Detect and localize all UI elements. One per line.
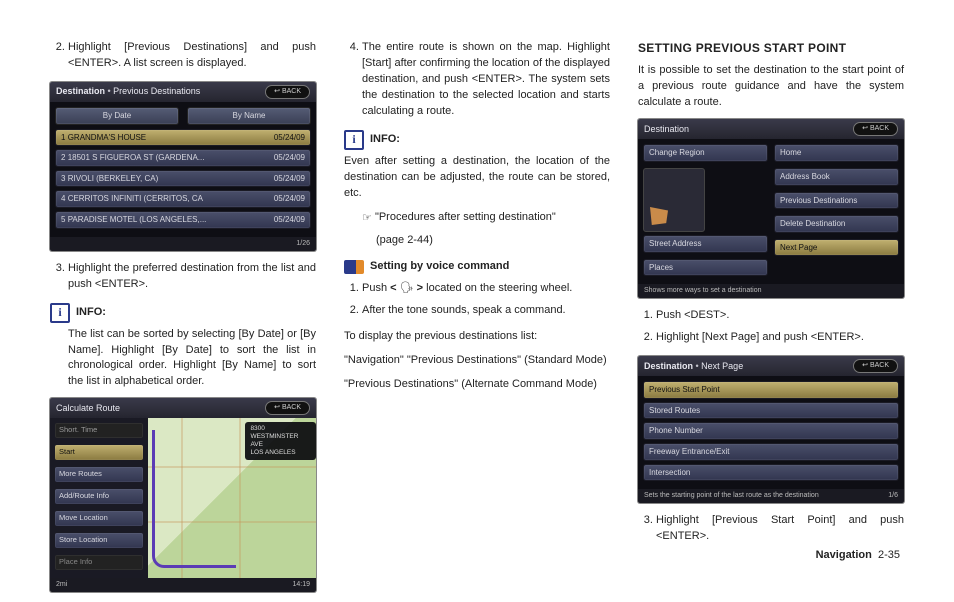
talk-icon: 🗣	[400, 282, 414, 294]
step-4: The entire route is shown on the map. Hi…	[362, 40, 610, 120]
side-more-routes[interactable]: More Routes	[54, 466, 144, 483]
steps-list-a: Highlight [Previous Destinations] and pu…	[50, 40, 316, 72]
info-icon: i	[50, 303, 70, 323]
side-short-time: Short. Time	[54, 422, 144, 439]
step-3: Highlight the preferred destination from…	[68, 261, 316, 293]
dest-row-2[interactable]: 2 18501 S FIGUEROA ST (GARDENA...05/24/0…	[55, 149, 311, 167]
voice-icon	[344, 260, 364, 274]
info-header-1: i INFO:	[50, 303, 316, 323]
scr1-titlebar: Destination • Previous Destinations ↩ BA…	[50, 82, 316, 102]
step-d2: Highlight [Next Page] and push <ENTER>.	[656, 330, 904, 346]
menu-street-address[interactable]: Street Address	[643, 235, 768, 253]
scr3-title: Destination	[644, 123, 689, 136]
steps-list-e: Highlight [Previous Start Point] and pus…	[638, 513, 904, 545]
footer-page: 2-35	[878, 549, 900, 561]
scr3-hint: Shows more ways to set a destination	[644, 286, 762, 296]
voice-lead: To display the previous destinations lis…	[344, 329, 610, 345]
scr2-clock: 14:19	[292, 580, 310, 590]
voice-title: Setting by voice command	[370, 259, 509, 275]
back-button[interactable]: ↩ BACK	[853, 122, 898, 136]
step-d3: Highlight [Previous Start Point] and pus…	[656, 513, 904, 545]
dest-row-4[interactable]: 4 CERRITOS INFINITI (CERRITOS, CA05/24/0…	[55, 190, 311, 208]
reference-icon: ☞	[362, 211, 372, 227]
steps-list-d: Push <DEST>. Highlight [Next Page] and p…	[638, 308, 904, 346]
info-header-2: i INFO:	[344, 130, 610, 150]
column-1: Highlight [Previous Destinations] and pu…	[50, 40, 316, 602]
menu-home[interactable]: Home	[774, 144, 899, 162]
info-body-1: The list can be sorted by selecting [By …	[50, 327, 316, 391]
side-move-location[interactable]: Move Location	[54, 510, 144, 527]
step-2: Highlight [Previous Destinations] and pu…	[68, 40, 316, 72]
info-body-2: Even after setting a destination, the lo…	[344, 154, 610, 202]
voice-cmd-2: "Previous Destinations" (Alternate Comma…	[344, 377, 610, 393]
np-previous-start-point[interactable]: Previous Start Point	[643, 381, 899, 399]
menu-address-book[interactable]: Address Book	[774, 168, 899, 186]
scr4-title: Destination	[644, 361, 693, 371]
screenshot-calculate-route: Calculate Route ↩ BACK Short. Time Start…	[50, 398, 316, 591]
side-add-route-info[interactable]: Add/Route Info	[54, 488, 144, 505]
voice-cmd-1: "Navigation" "Previous Destinations" (St…	[344, 353, 610, 369]
scr1-title: Destination	[56, 86, 105, 96]
voice-step-2: After the tone sounds, speak a command.	[362, 303, 610, 319]
route-line	[152, 430, 236, 567]
voice-command-header: Setting by voice command	[344, 259, 610, 275]
np-intersection[interactable]: Intersection	[643, 464, 899, 482]
np-stored-routes[interactable]: Stored Routes	[643, 402, 899, 420]
cross-ref-page: (page 2-44)	[344, 233, 610, 249]
menu-previous-destinations[interactable]: Previous Destinations	[774, 192, 899, 210]
scr3-titlebar: Destination ↩ BACK	[638, 119, 904, 139]
back-button[interactable]: ↩ BACK	[853, 359, 898, 373]
scr2-titlebar: Calculate Route ↩ BACK	[50, 398, 316, 418]
cross-ref: ☞ "Procedures after setting destination"	[344, 210, 610, 226]
section-heading: SETTING PREVIOUS START POINT	[638, 40, 904, 57]
tab-by-name[interactable]: By Name	[187, 107, 311, 125]
column-3: SETTING PREVIOUS START POINT It is possi…	[638, 40, 904, 602]
tab-by-date[interactable]: By Date	[55, 107, 179, 125]
scr4-pager: 1/6	[888, 491, 898, 501]
scr2-scale: 2mi	[56, 580, 67, 590]
steps-list-c: The entire route is shown on the map. Hi…	[344, 40, 610, 120]
scr4-titlebar: Destination • Next Page ↩ BACK	[638, 356, 904, 376]
np-phone-number[interactable]: Phone Number	[643, 422, 899, 440]
menu-places[interactable]: Places	[643, 259, 768, 277]
menu-next-page[interactable]: Next Page	[774, 239, 899, 257]
menu-change-region[interactable]: Change Region	[643, 144, 768, 162]
sort-tabs[interactable]: By Date By Name	[55, 107, 311, 125]
scr1-pager: 1/26	[296, 239, 310, 249]
dest-row-5[interactable]: 5 PARADISE MOTEL (LOS ANGELES,...05/24/0…	[55, 211, 311, 229]
scr4-hint: Sets the starting point of the last rout…	[644, 491, 819, 501]
route-side-menu: Short. Time Start More Routes Add/Route …	[50, 418, 148, 577]
side-place-info: Place Info	[54, 554, 144, 571]
back-button[interactable]: ↩ BACK	[265, 401, 310, 415]
info-label: INFO:	[370, 132, 400, 148]
screenshot-destination-menu: Destination ↩ BACK Change Region Street …	[638, 119, 904, 298]
side-start[interactable]: Start	[54, 444, 144, 461]
scr2-title: Calculate Route	[56, 402, 120, 415]
column-2: The entire route is shown on the map. Hi…	[344, 40, 610, 602]
dest-row-1[interactable]: 1 GRANDMA'S HOUSE05/24/09	[55, 129, 311, 147]
scr1-subtitle: Previous Destinations	[113, 86, 200, 96]
section-lead: It is possible to set the destination to…	[638, 63, 904, 111]
footer-section: Navigation	[816, 549, 872, 561]
page-footer: Navigation 2-35	[816, 548, 900, 564]
voice-steps: Push < 🗣 > located on the steering wheel…	[344, 281, 610, 319]
np-freeway[interactable]: Freeway Entrance/Exit	[643, 443, 899, 461]
step-d1: Push <DEST>.	[656, 308, 904, 324]
dest-row-3[interactable]: 3 RIVOLI (BERKELEY, CA)05/24/09	[55, 170, 311, 188]
side-store-location[interactable]: Store Location	[54, 532, 144, 549]
back-button[interactable]: ↩ BACK	[265, 85, 310, 99]
scr4-subtitle: Next Page	[701, 361, 743, 371]
route-dest-label: 8300 WESTMINSTER AVELOS ANGELES	[245, 422, 316, 459]
screenshot-next-page: Destination • Next Page ↩ BACK Previous …	[638, 356, 904, 503]
steps-list-b: Highlight the preferred destination from…	[50, 261, 316, 293]
route-map[interactable]: 8300 WESTMINSTER AVELOS ANGELES	[148, 418, 316, 577]
region-map-icon	[643, 168, 705, 232]
info-icon: i	[344, 130, 364, 150]
info-label: INFO:	[76, 305, 106, 321]
screenshot-previous-destinations: Destination • Previous Destinations ↩ BA…	[50, 82, 316, 251]
menu-delete-destination[interactable]: Delete Destination	[774, 215, 899, 233]
voice-step-1: Push < 🗣 > located on the steering wheel…	[362, 281, 610, 297]
